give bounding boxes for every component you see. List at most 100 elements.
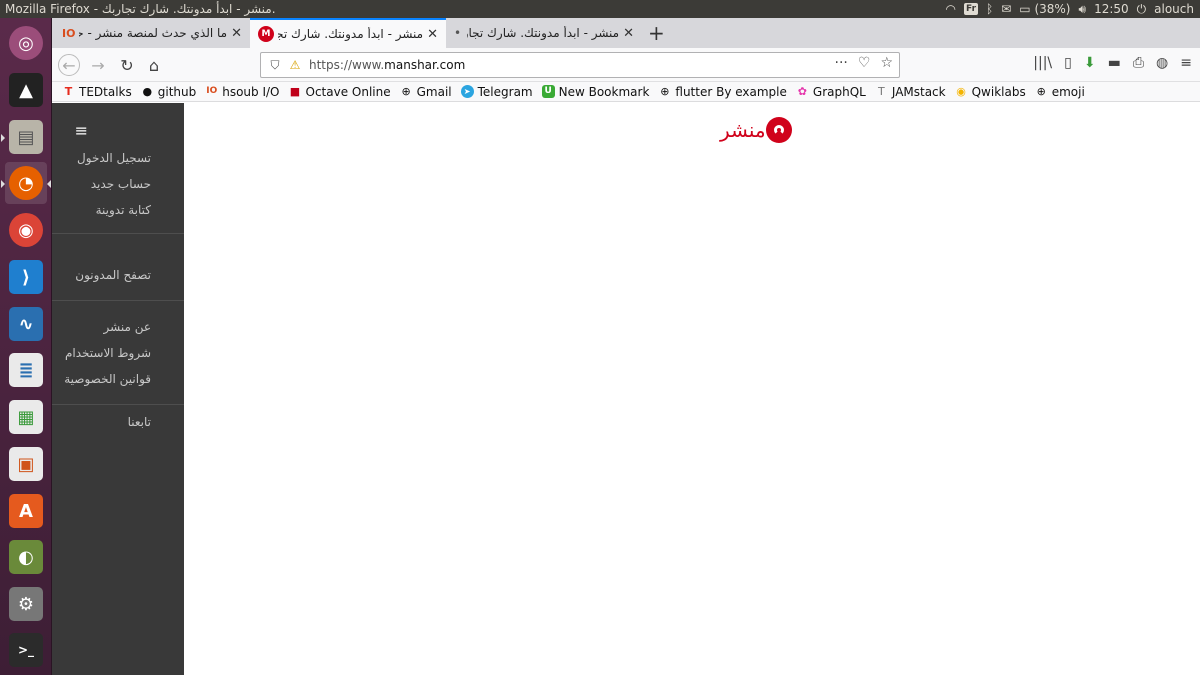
telegram-icon: ➤	[460, 85, 474, 98]
bookmark-flutter-by-example[interactable]: ⊕ flutter By example	[658, 85, 787, 99]
launcher-terminal[interactable]: >_	[5, 629, 47, 671]
mail-icon[interactable]: ✉	[1001, 0, 1011, 18]
system-tray: ◠ Fr ᛒ ✉ ▭ (38%) 🔊︎ 12:50 ⏻ alouch	[946, 0, 1194, 18]
launcher-impress[interactable]: ▣	[5, 443, 47, 485]
launcher-firefox[interactable]: ◔	[1, 162, 51, 204]
launcher-files[interactable]: ▤	[1, 116, 47, 158]
bookmark-new-bookmark[interactable]: U New Bookmark	[541, 84, 650, 99]
launcher-calc[interactable]: ▦	[5, 396, 47, 438]
graphql-icon: ✿	[797, 85, 808, 98]
files-icon: ▤	[9, 120, 43, 154]
system-top-panel: Mozilla Firefox - منشر - ابدأ مدونتك. شا…	[0, 0, 1200, 18]
new-tab-button[interactable]: +	[648, 21, 665, 45]
impress-icon: ▣	[9, 447, 43, 481]
site-logo[interactable]: منشر	[720, 117, 792, 143]
ubuntu-logo-icon: ◎	[9, 26, 43, 60]
sidebar-item-about[interactable]: عن منشر	[52, 314, 184, 340]
bookmark-emoji[interactable]: ⊕ emoji	[1035, 85, 1085, 99]
close-tab-icon[interactable]: ✕	[231, 26, 242, 41]
download-icon[interactable]: ⬇	[1084, 55, 1096, 71]
screenshot-icon[interactable]: ▬	[1108, 55, 1121, 71]
reload-button[interactable]: ↻	[116, 54, 138, 76]
bookmark-hsoub[interactable]: IO hsoub I/O	[205, 85, 279, 99]
launcher-chrome[interactable]: ◉	[5, 209, 47, 251]
power-icon[interactable]: ⏻	[1137, 0, 1147, 18]
sidebar-item-write-post[interactable]: كتابة تدوينة	[52, 197, 184, 223]
calc-icon: ▦	[9, 400, 43, 434]
tab-hsoub[interactable]: IO ما الذي حدث لمنصة منشر - حـ ✕	[54, 18, 250, 48]
tab-title: ما الذي حدث لمنصة منشر - حـ	[79, 26, 228, 40]
launcher-system-monitor[interactable]: ∿	[5, 303, 47, 345]
volume-icon[interactable]: 🔊︎	[1079, 0, 1087, 18]
forward-button[interactable]: →	[87, 54, 109, 76]
manshar-favicon-icon: M	[258, 26, 274, 42]
sidebar-item-follow-us[interactable]: تابعنا	[52, 409, 184, 435]
wifi-icon[interactable]: ◠	[946, 0, 956, 18]
launcher: ◎ ▲ ▤ ◔ ◉ ⟩ ∿ ≣ ▦ ▣ A ◐ ⚙ >_	[0, 18, 52, 675]
launcher-dash[interactable]: ◎	[5, 22, 47, 64]
bookmark-star-icon[interactable]: ☆	[880, 55, 893, 71]
keyboard-layout-indicator[interactable]: Fr	[964, 3, 979, 15]
pocket-icon[interactable]: ♡	[858, 55, 871, 71]
sidebar-item-login[interactable]: تسجيل الدخول	[52, 145, 184, 171]
library-icon[interactable]: |||\	[1033, 55, 1052, 71]
bookmark-label: emoji	[1051, 84, 1085, 99]
vscode-icon: ⟩	[9, 260, 43, 294]
account-icon[interactable]: ◍	[1156, 55, 1168, 71]
launcher-software-center[interactable]: A	[5, 490, 47, 532]
running-indicator	[1, 134, 5, 142]
bookmarks-toolbar: T TEDtalks ● github IO hsoub I/O ■ Octave On…	[52, 82, 1200, 102]
tab-manshar-2[interactable]: • منشر - ابدأ مدونتك. شارك تجار ✕	[446, 18, 642, 48]
close-tab-icon[interactable]: ✕	[427, 27, 438, 42]
bookmark-graphql[interactable]: ✿ GraphQL	[796, 85, 866, 99]
close-tab-icon[interactable]: ✕	[623, 26, 634, 41]
hsoub-favicon-icon: IO	[62, 26, 76, 40]
bookmark-label: JAMstack	[891, 84, 946, 99]
sidebar-item-terms[interactable]: شروط الاستخدام	[52, 340, 184, 366]
tab-manshar-active[interactable]: M منشر - ابدأ مدونتك. شارك تجار ✕	[250, 18, 446, 48]
window-title: Mozilla Firefox - منشر - ابدأ مدونتك. شا…	[5, 2, 276, 16]
inkscape-icon: ▲	[9, 73, 43, 107]
bookmark-telegram[interactable]: ➤ Telegram	[460, 84, 533, 99]
loading-dot-icon: •	[454, 26, 462, 40]
bookmark-qwiklabs[interactable]: ◉ Qwiklabs	[955, 85, 1025, 99]
sidebar-item-signup[interactable]: حساب جديد	[52, 171, 184, 197]
url-bar[interactable]: ⛉ ⚠ https://www.manshar.com ··· ♡ ☆	[260, 52, 900, 78]
running-indicator	[1, 180, 5, 188]
hsoub-icon: IO	[206, 86, 218, 96]
launcher-writer[interactable]: ≣	[5, 349, 47, 391]
insecure-lock-warning-icon[interactable]: ⚠	[287, 57, 303, 73]
bookmark-label: New Bookmark	[558, 84, 650, 99]
launcher-inkscape[interactable]: ▲	[5, 69, 47, 111]
sidebar-toggle-icon[interactable]: ▯	[1064, 55, 1072, 71]
bookmark-label: Telegram	[477, 84, 533, 99]
launcher-image-viewer[interactable]: ◐	[5, 536, 47, 578]
bluetooth-icon[interactable]: ᛒ	[986, 0, 993, 18]
qwiklabs-icon: ◉	[956, 85, 966, 98]
url-text[interactable]: https://www.manshar.com	[309, 58, 465, 72]
hamburger-menu-icon[interactable]: ≡	[1180, 55, 1192, 71]
launcher-settings[interactable]: ⚙	[5, 583, 47, 625]
clock[interactable]: 12:50	[1094, 0, 1129, 18]
sidebar-item-privacy[interactable]: قوانين الخصوصية	[52, 366, 184, 392]
page-actions-icon[interactable]: ···	[835, 55, 848, 71]
user-name[interactable]: alouch	[1154, 0, 1194, 18]
site-sidebar: ≡ تسجيل الدخول حساب جديد كتابة تدوينة تص…	[52, 103, 184, 675]
launcher-vscode[interactable]: ⟩	[5, 256, 47, 298]
print-icon[interactable]: ⎙	[1133, 55, 1144, 71]
bookmark-github[interactable]: ● github	[141, 85, 196, 99]
bookmark-gmail[interactable]: ⊕ Gmail	[400, 85, 452, 99]
jamstack-icon: T	[877, 85, 885, 98]
bookmark-jamstack[interactable]: T JAMstack	[875, 85, 946, 99]
software-center-icon: A	[9, 494, 43, 528]
menu-toggle-icon[interactable]: ≡	[75, 123, 88, 139]
url-domain: manshar.com	[384, 58, 466, 72]
tracking-protection-shield-icon[interactable]: ⛉	[267, 57, 283, 73]
sidebar-item-browse-bloggers[interactable]: تصفح المدونون	[52, 262, 184, 288]
back-button[interactable]: ←	[58, 54, 80, 76]
home-button[interactable]: ⌂	[143, 54, 165, 76]
bookmark-tedtalks[interactable]: T TEDtalks	[62, 85, 132, 99]
bookmark-octave-online[interactable]: ■ Octave Online	[289, 85, 391, 99]
navigation-bar: ← → ↻ ⌂ ⛉ ⚠ https://www.manshar.com ··· …	[52, 48, 1200, 82]
battery-indicator[interactable]: ▭ (38%)	[1019, 0, 1070, 18]
